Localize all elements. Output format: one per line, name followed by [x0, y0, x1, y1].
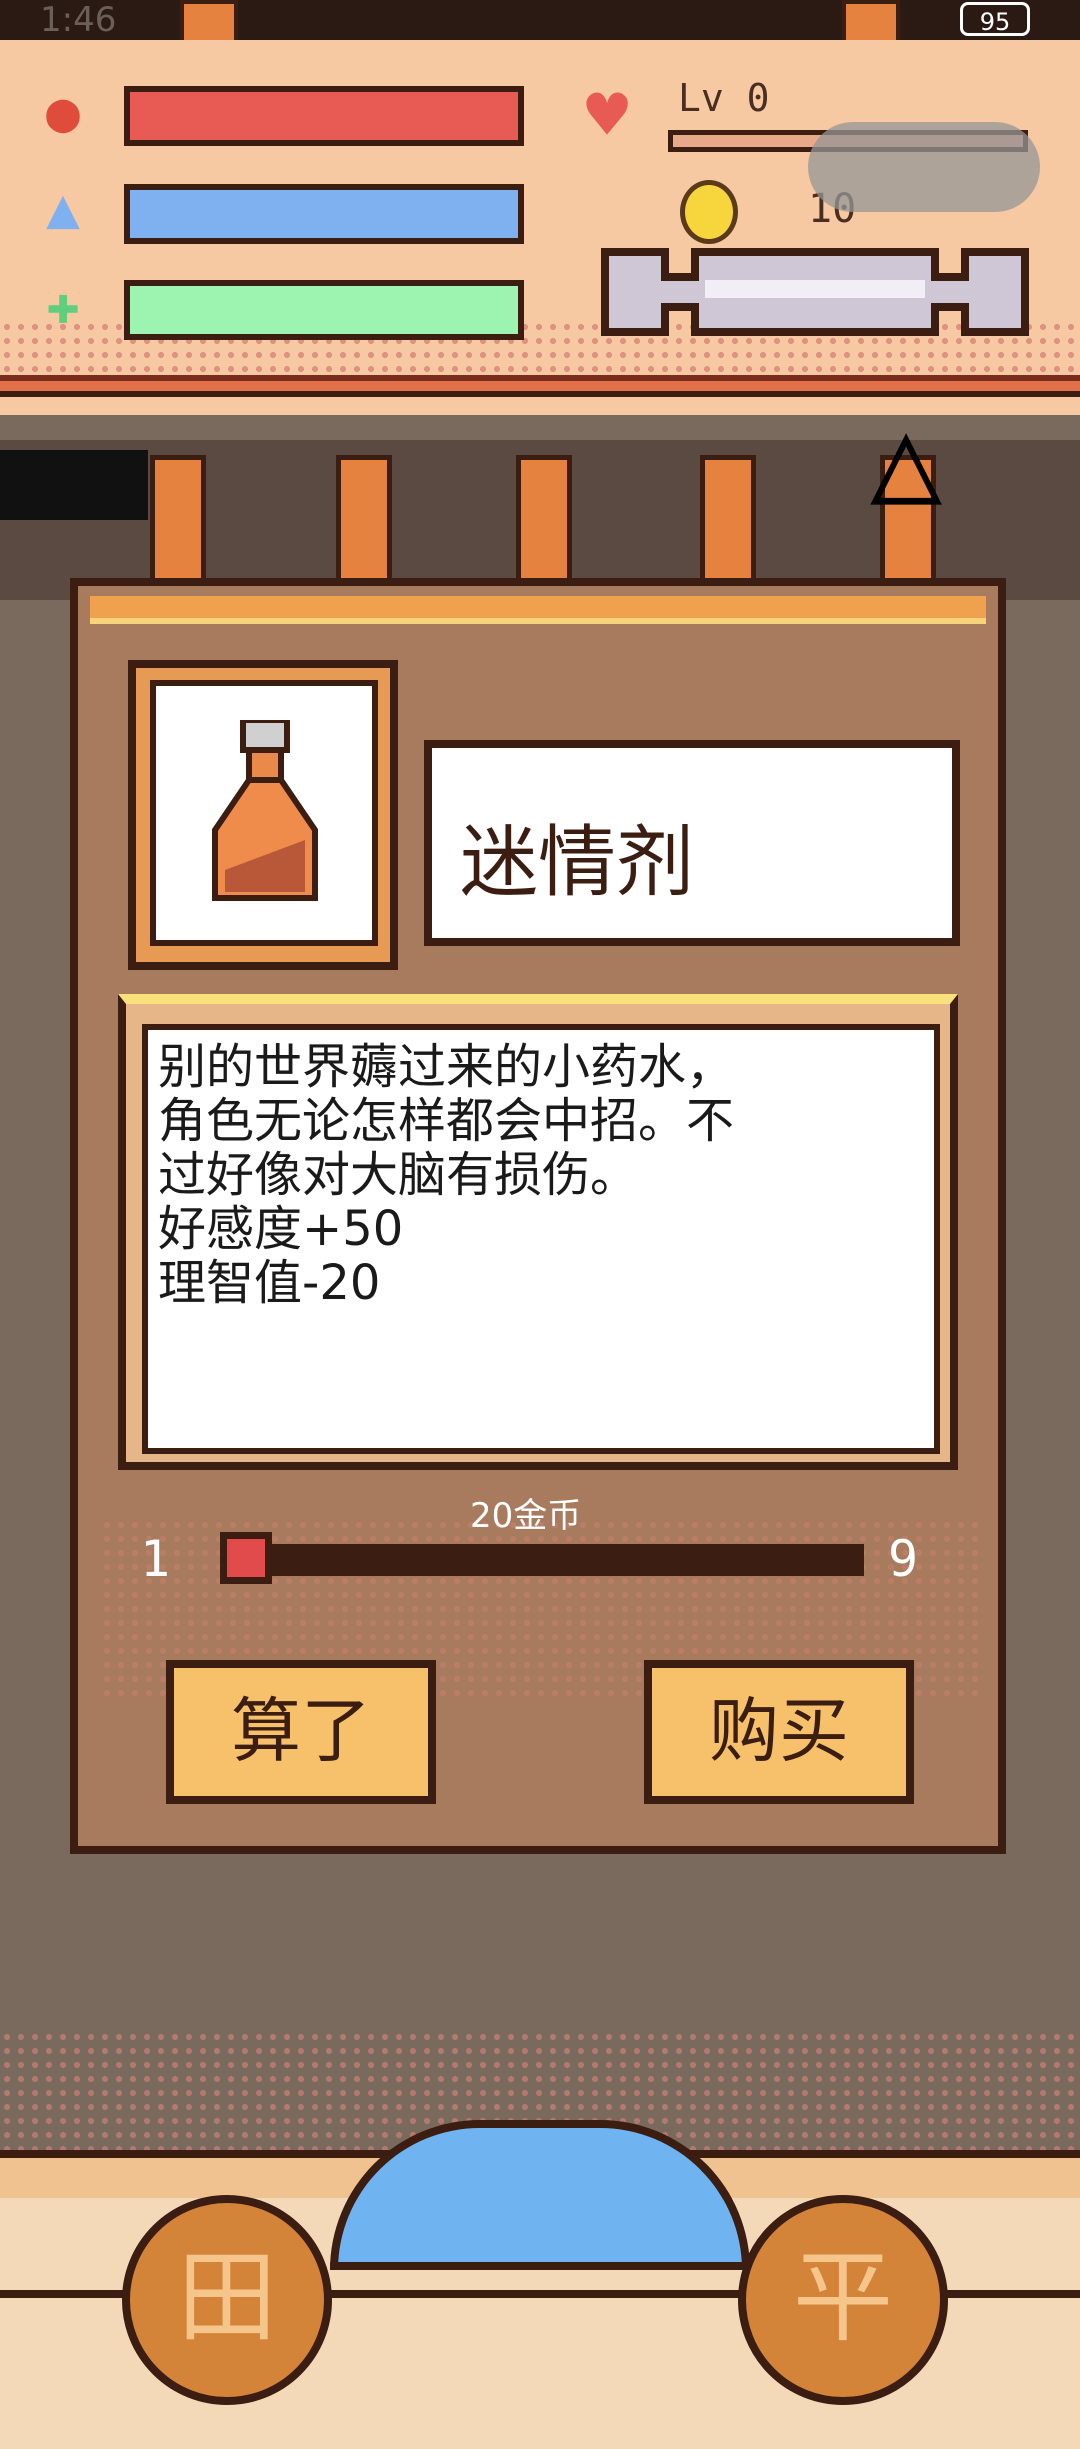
level-label: Lv 0: [678, 76, 770, 120]
health-bar: [124, 280, 524, 340]
status-time: 1:46: [40, 0, 117, 40]
battery-indicator: 95: [960, 2, 1030, 36]
thirst-bar: [124, 184, 524, 244]
sewing-machine-icon: [0, 450, 148, 520]
pillar: [516, 455, 572, 595]
wrench-icon[interactable]: [595, 222, 1035, 362]
item-description: 别的世界薅过来的小药水， 角色无论怎样都会中招。不 过好像对大脑有损伤。 好感度…: [158, 1039, 735, 1311]
quantity-slider-knob[interactable]: [220, 1532, 272, 1584]
potion-bottle-icon: [212, 720, 318, 901]
water-drop-icon: ▲: [46, 176, 80, 241]
status-bar: [0, 0, 1080, 40]
hanger-icon: △: [870, 390, 943, 529]
pillar: [150, 455, 206, 595]
miniprogram-capsule[interactable]: [808, 122, 1040, 212]
dialog-header-strip: [90, 596, 986, 624]
right-table-button[interactable]: 平: [738, 2195, 948, 2405]
item-name: 迷情剂: [460, 818, 695, 908]
hunger-bar: [124, 86, 524, 146]
quantity-min-label: 1: [140, 1530, 171, 1588]
cancel-button[interactable]: 算了: [166, 1660, 436, 1804]
pillar: [336, 455, 392, 595]
apple-icon: ●: [46, 80, 80, 145]
sparkle-icon: ✚: [46, 272, 80, 337]
quantity-slider-track[interactable]: [236, 1544, 864, 1576]
price-label: 20金币: [470, 1496, 582, 1536]
quantity-max-label: 9: [888, 1530, 919, 1588]
pillar: [700, 455, 756, 595]
left-shelf-button[interactable]: 田: [122, 2195, 332, 2405]
heart-icon: ♥: [586, 74, 629, 156]
buy-button[interactable]: 购买: [644, 1660, 914, 1804]
